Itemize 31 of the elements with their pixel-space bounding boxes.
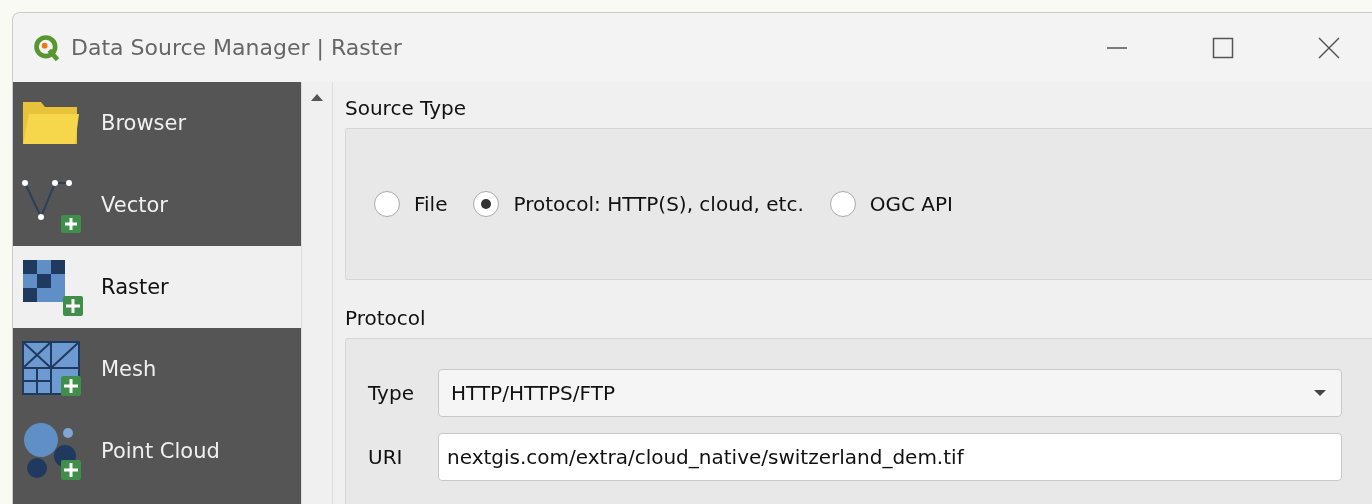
radio-label[interactable]: File [414,192,448,216]
raster-icon [21,258,83,316]
sidebar-item[interactable]: Browser [13,82,301,164]
dropdown-arrow-icon [1313,389,1327,397]
radio-label[interactable]: Protocol: HTTP(S), cloud, etc. [513,192,804,216]
scrollbar[interactable] [301,82,333,504]
maximize-icon[interactable] [1212,36,1234,59]
type-dropdown[interactable]: HTTP/HTTPS/FTP [438,369,1342,417]
radio-button[interactable] [829,191,856,217]
radio-option[interactable]: File [374,191,448,217]
point-cloud-icon [21,422,83,480]
sidebar-item[interactable]: Point Cloud [13,410,301,492]
group-title: Source Type [345,96,467,120]
group-title: Protocol [345,306,427,330]
radio-option[interactable]: OGC API [829,191,953,217]
mesh-icon [21,340,83,398]
sidebar-item[interactable]: Vector [13,164,301,246]
close-icon[interactable] [1318,36,1340,59]
field-label: URI [368,445,404,469]
radio-label[interactable]: OGC API [869,192,953,216]
field-label: Type [368,381,415,405]
uri-field[interactable]: nextgis.com/extra/cloud_native/switzerland_dem.tif [438,433,1342,481]
vector-icon [21,177,83,233]
radio-button[interactable] [374,191,400,217]
radio-button[interactable] [473,191,500,217]
window-title: Data Source Manager | Raster [71,35,402,60]
radio-option[interactable]: Protocol: HTTP(S), cloud, etc. [473,191,804,217]
sidebar-item[interactable]: Raster [13,246,301,328]
sidebar-item[interactable]: Mesh [13,328,301,410]
scroll-up-icon[interactable] [310,92,324,102]
app-logo-icon [33,33,61,62]
